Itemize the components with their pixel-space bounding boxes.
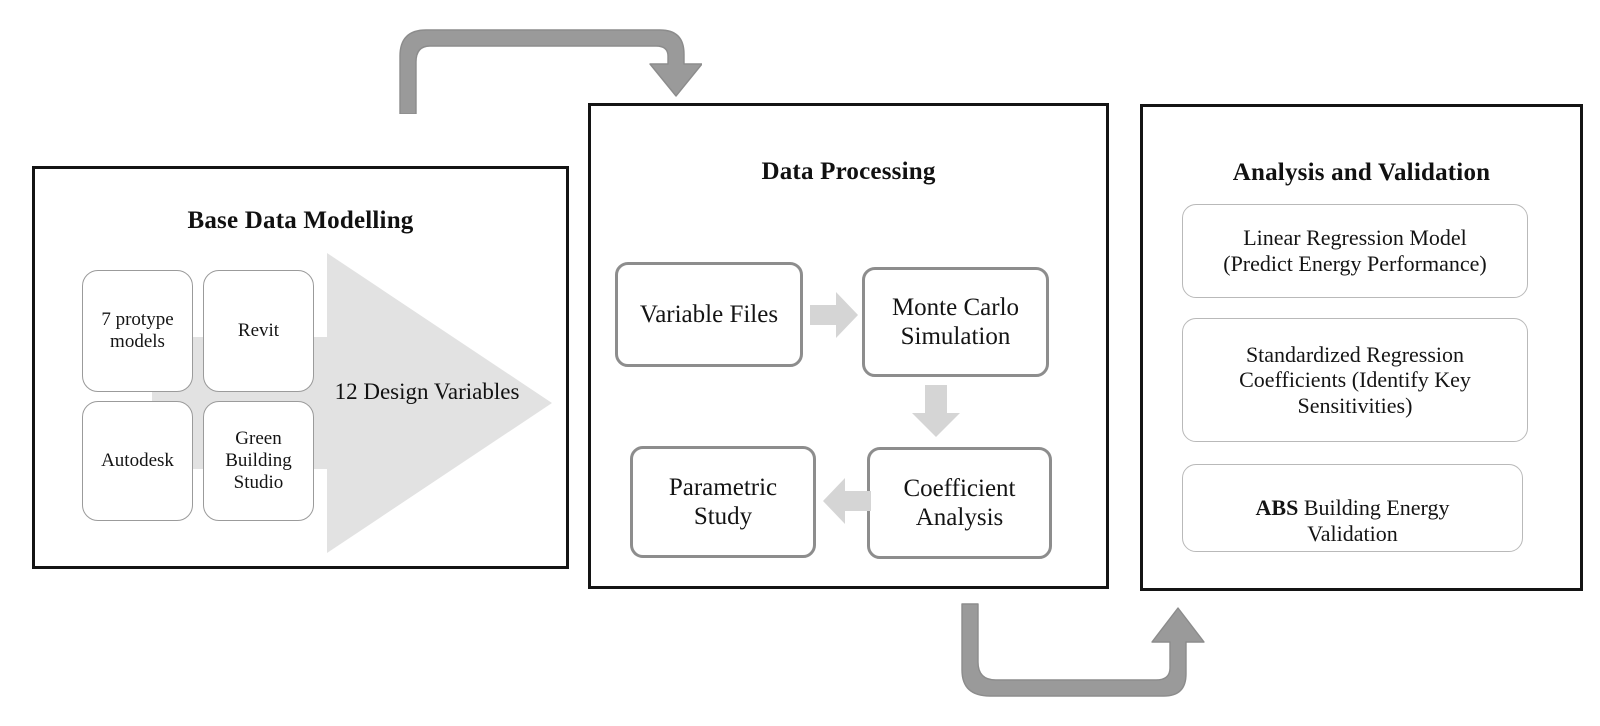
box-prototype-models[interactable]: 7 protype models bbox=[82, 270, 193, 392]
box-green-building-studio-label: Green Building Studio bbox=[225, 427, 292, 494]
arrow-down-icon-monte-carlo-to-coefficient bbox=[912, 385, 960, 437]
box-parametric-study-label: Parametric Study bbox=[668, 474, 778, 530]
arrow-right-icon-variable-files-to-monte-carlo bbox=[810, 292, 858, 338]
box-linear-regression-model[interactable]: Linear Regression Model (Predict Energy … bbox=[1182, 204, 1528, 298]
box-abs-acronym: ABS bbox=[1255, 495, 1299, 521]
box-autodesk[interactable]: Autodesk bbox=[82, 401, 193, 521]
connector-arrow-base-to-processing bbox=[392, 22, 702, 114]
box-standardized-regression-coefficients[interactable]: Standardized Regression Coefficients (Id… bbox=[1182, 318, 1528, 442]
box-variable-files[interactable]: Variable Files bbox=[615, 262, 803, 367]
box-linear-regression-model-label: Linear Regression Model (Predict Energy … bbox=[1223, 225, 1487, 276]
box-monte-carlo-simulation[interactable]: Monte Carlo Simulation bbox=[862, 267, 1049, 377]
box-revit-label: Revit bbox=[237, 319, 280, 341]
box-revit[interactable]: Revit bbox=[203, 270, 314, 392]
connector-arrow-processing-to-analysis bbox=[948, 598, 1216, 704]
box-standardized-regression-coefficients-label: Standardized Regression Coefficients (Id… bbox=[1239, 341, 1471, 418]
box-parametric-study[interactable]: Parametric Study bbox=[630, 446, 816, 558]
box-coefficient-analysis-label: Coefficient Analysis bbox=[903, 475, 1016, 531]
diagram-canvas: Base Data Modelling 12 Design Variables … bbox=[0, 0, 1600, 726]
panel-analysis-title: Analysis and Validation bbox=[1232, 159, 1491, 186]
box-autodesk-label: Autodesk bbox=[101, 449, 174, 471]
box-abs-building-energy-validation[interactable]: ABS Building Energy Validation bbox=[1182, 464, 1523, 552]
panel-processing-title: Data Processing bbox=[761, 158, 936, 185]
box-abs-building-energy-validation-label: Building Energy Validation bbox=[1303, 495, 1450, 546]
box-prototype-models-label: 7 protype models bbox=[101, 308, 174, 352]
box-monte-carlo-simulation-label: Monte Carlo Simulation bbox=[891, 294, 1020, 350]
box-variable-files-label: Variable Files bbox=[639, 301, 779, 328]
arrow-left-icon-coefficient-to-parametric bbox=[823, 478, 871, 524]
design-variables-label: 12 Design Variables bbox=[334, 379, 520, 404]
box-coefficient-analysis[interactable]: Coefficient Analysis bbox=[867, 447, 1052, 559]
box-green-building-studio[interactable]: Green Building Studio bbox=[203, 401, 314, 521]
panel-base-title: Base Data Modelling bbox=[187, 207, 414, 234]
